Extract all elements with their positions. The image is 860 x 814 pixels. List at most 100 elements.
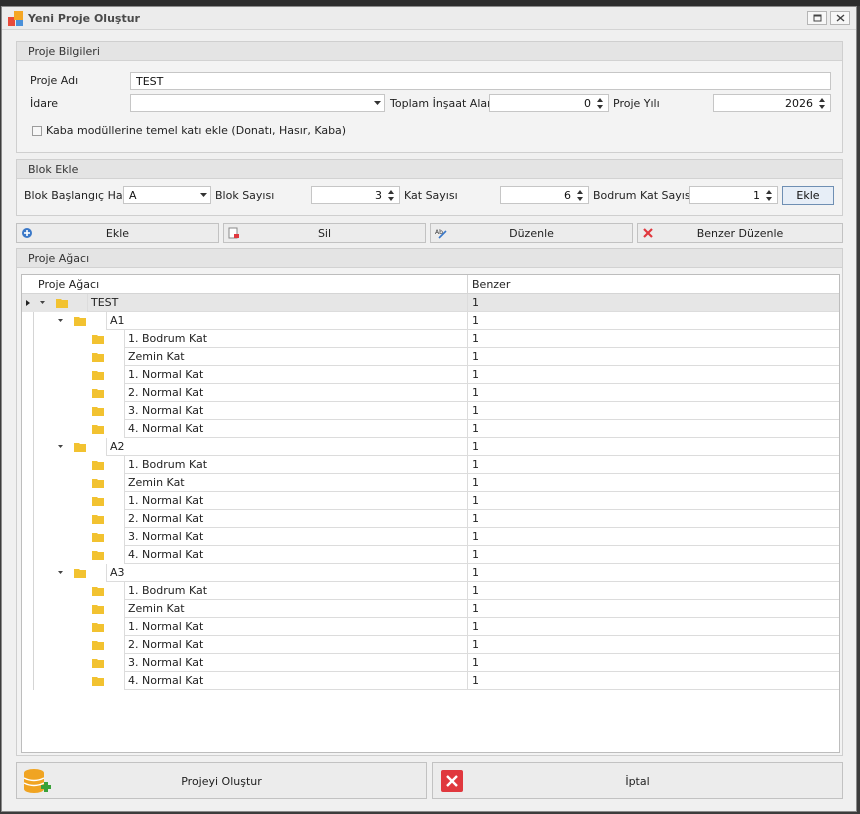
column-header-benzer[interactable]: Benzer — [472, 278, 510, 291]
tree-node-label[interactable]: A3 — [106, 564, 467, 582]
collapse-chevron-icon[interactable] — [58, 445, 63, 449]
benzer-cell[interactable]: 1 — [467, 582, 839, 600]
spinner-arrows-icon[interactable] — [763, 188, 775, 203]
column-separator[interactable] — [467, 275, 468, 294]
temel-kat-checkbox-row[interactable]: Kaba modüllerine temel katı ekle (Donatı… — [32, 124, 346, 137]
spinner-arrows-icon[interactable] — [574, 188, 586, 203]
tree-row[interactable]: 3. Normal Kat 1 — [22, 654, 839, 672]
benzer-cell[interactable]: 1 — [467, 492, 839, 510]
benzer-cell[interactable]: 1 — [467, 672, 839, 690]
tree-node-label[interactable]: 2. Normal Kat — [124, 636, 467, 654]
benzer-cell[interactable]: 1 — [467, 474, 839, 492]
title-bar[interactable]: Yeni Proje Oluştur — [2, 7, 856, 30]
tree-row[interactable]: 2. Normal Kat 1 — [22, 636, 839, 654]
tree-row[interactable]: 3. Normal Kat 1 — [22, 402, 839, 420]
tree-node-label[interactable]: 4. Normal Kat — [124, 420, 467, 438]
tree-node-label[interactable]: 3. Normal Kat — [124, 402, 467, 420]
baslangic-harfi-combo[interactable]: A — [123, 186, 211, 204]
collapse-chevron-icon[interactable] — [58, 319, 63, 323]
tree-node-label[interactable]: 3. Normal Kat — [124, 654, 467, 672]
tree-row[interactable]: 4. Normal Kat 1 — [22, 546, 839, 564]
bodrum-kat-spinner[interactable]: 1 — [689, 186, 778, 204]
tree-node-label[interactable]: 4. Normal Kat — [124, 672, 467, 690]
benzer-cell[interactable]: 1 — [467, 546, 839, 564]
kat-sayisi-spinner[interactable]: 6 — [500, 186, 589, 204]
benzer-cell[interactable]: 1 — [467, 384, 839, 402]
ekle-button[interactable]: Ekle — [16, 223, 219, 243]
column-header-proje-agaci[interactable]: Proje Ağacı — [38, 278, 99, 291]
tree-node-label[interactable]: Zemin Kat — [124, 600, 467, 618]
tree-row[interactable]: A3 1 — [22, 564, 839, 582]
benzer-cell[interactable]: 1 — [467, 564, 839, 582]
spinner-arrows-icon[interactable] — [594, 96, 606, 111]
benzer-cell[interactable]: 1 — [467, 654, 839, 672]
projeyi-olustur-button[interactable]: Projeyi Oluştur — [16, 762, 427, 799]
blok-ekle-button[interactable]: Ekle — [782, 186, 834, 205]
tree-row[interactable]: 1. Bodrum Kat 1 — [22, 330, 839, 348]
tree-row[interactable]: 1. Bodrum Kat 1 — [22, 582, 839, 600]
tree-grid[interactable]: Proje Ağacı Benzer TEST 1 A1 1 1. Bodrum Kat… — [21, 274, 840, 753]
tree-row[interactable]: 2. Normal Kat 1 — [22, 384, 839, 402]
tree-row[interactable]: Zemin Kat 1 — [22, 600, 839, 618]
tree-row[interactable]: 1. Normal Kat 1 — [22, 618, 839, 636]
collapse-chevron-icon[interactable] — [40, 301, 45, 305]
iptal-button[interactable]: İptal — [432, 762, 843, 799]
tree-node-label[interactable]: Zemin Kat — [124, 474, 467, 492]
tree-row[interactable]: A2 1 — [22, 438, 839, 456]
toplam-alan-spinner[interactable]: 0 — [489, 94, 609, 112]
tree-node-label[interactable]: A2 — [106, 438, 467, 456]
tree-node-label[interactable]: 3. Normal Kat — [124, 528, 467, 546]
tree-row[interactable]: 4. Normal Kat 1 — [22, 672, 839, 690]
tree-node-label[interactable]: 1. Bodrum Kat — [124, 330, 467, 348]
benzer-cell[interactable]: 1 — [467, 528, 839, 546]
tree-row[interactable]: 3. Normal Kat 1 — [22, 528, 839, 546]
idare-combo[interactable] — [130, 94, 385, 112]
duzenle-button[interactable]: Ab Düzenle — [430, 223, 633, 243]
proje-yili-spinner[interactable]: 2026 — [713, 94, 831, 112]
sil-button[interactable]: Sil — [223, 223, 426, 243]
tree-node-label[interactable]: 1. Bodrum Kat — [124, 582, 467, 600]
folder-icon — [92, 371, 104, 380]
tree-node-label[interactable]: 1. Normal Kat — [124, 492, 467, 510]
benzer-cell[interactable]: 1 — [467, 456, 839, 474]
tree-node-label[interactable]: A1 — [106, 312, 467, 330]
benzer-cell[interactable]: 1 — [467, 294, 839, 312]
tree-node-label[interactable]: 2. Normal Kat — [124, 510, 467, 528]
benzer-cell[interactable]: 1 — [467, 510, 839, 528]
tree-row[interactable]: 1. Bodrum Kat 1 — [22, 456, 839, 474]
benzer-duzenle-button[interactable]: Benzer Düzenle — [637, 223, 843, 243]
spinner-arrows-icon[interactable] — [385, 188, 397, 203]
collapse-chevron-icon[interactable] — [58, 571, 63, 575]
tree-node-label[interactable]: 4. Normal Kat — [124, 546, 467, 564]
tree-row[interactable]: A1 1 — [22, 312, 839, 330]
benzer-cell[interactable]: 1 — [467, 312, 839, 330]
benzer-cell[interactable]: 1 — [467, 438, 839, 456]
tree-row[interactable]: Zemin Kat 1 — [22, 474, 839, 492]
tree-node-label[interactable]: Zemin Kat — [124, 348, 467, 366]
benzer-cell[interactable]: 1 — [467, 618, 839, 636]
tree-row[interactable]: 4. Normal Kat 1 — [22, 420, 839, 438]
benzer-cell[interactable]: 1 — [467, 402, 839, 420]
tree-node-label[interactable]: TEST — [87, 294, 467, 312]
tree-node-label[interactable]: 1. Normal Kat — [124, 618, 467, 636]
tree-row[interactable]: 1. Normal Kat 1 — [22, 366, 839, 384]
benzer-cell[interactable]: 1 — [467, 330, 839, 348]
tree-node-label[interactable]: 1. Normal Kat — [124, 366, 467, 384]
benzer-cell[interactable]: 1 — [467, 348, 839, 366]
tree-node-label[interactable]: 2. Normal Kat — [124, 384, 467, 402]
close-button[interactable] — [830, 11, 850, 25]
benzer-cell[interactable]: 1 — [467, 366, 839, 384]
tree-row[interactable]: 1. Normal Kat 1 — [22, 492, 839, 510]
temel-kat-checkbox[interactable] — [32, 125, 42, 136]
benzer-cell[interactable]: 1 — [467, 420, 839, 438]
benzer-cell[interactable]: 1 — [467, 636, 839, 654]
benzer-cell[interactable]: 1 — [467, 600, 839, 618]
restore-button[interactable] — [807, 11, 827, 25]
tree-row[interactable]: Zemin Kat 1 — [22, 348, 839, 366]
proje-adi-input[interactable] — [130, 72, 831, 90]
blok-sayisi-spinner[interactable]: 3 — [311, 186, 400, 204]
spinner-arrows-icon[interactable] — [816, 96, 828, 111]
tree-node-label[interactable]: 1. Bodrum Kat — [124, 456, 467, 474]
tree-row[interactable]: TEST 1 — [22, 294, 839, 312]
tree-row[interactable]: 2. Normal Kat 1 — [22, 510, 839, 528]
